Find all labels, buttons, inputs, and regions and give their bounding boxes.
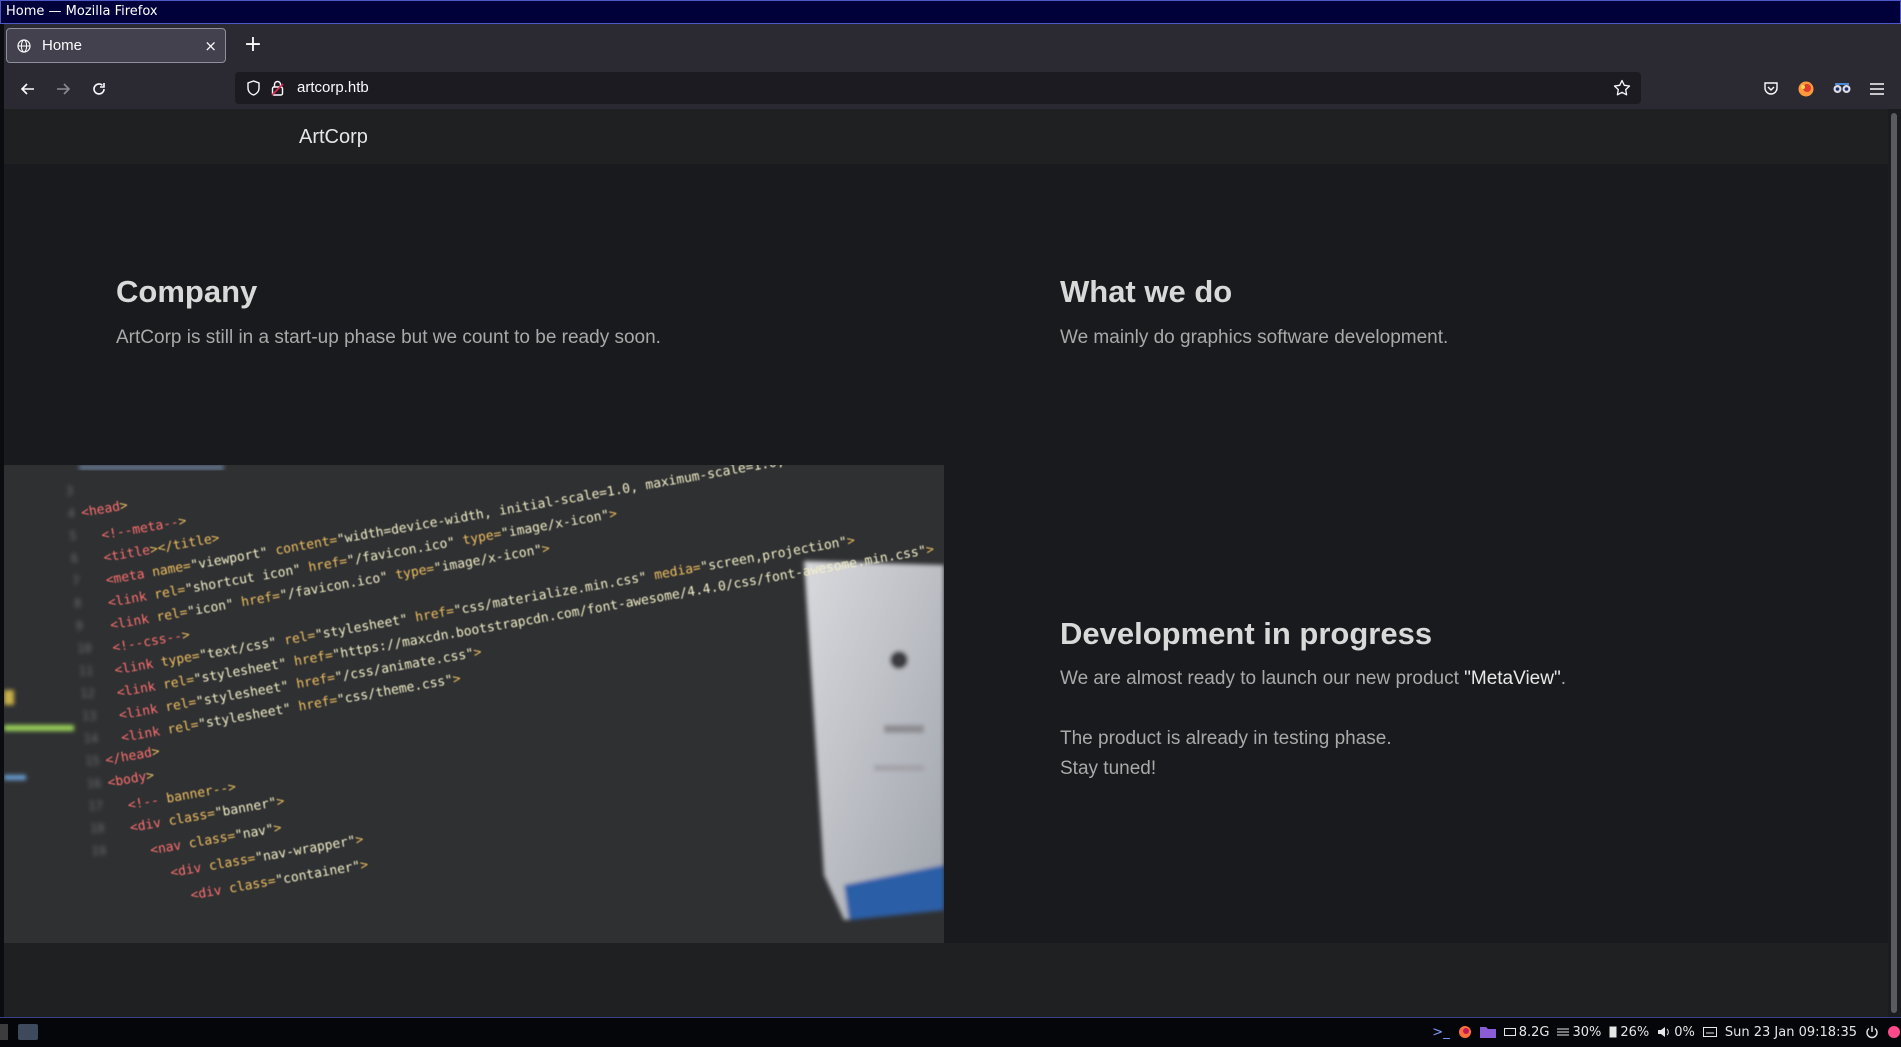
company-text: ArtCorp is still in a start-up phase but… xyxy=(116,327,661,348)
globe-icon xyxy=(16,38,32,54)
code-line-number: 4 xyxy=(68,507,75,521)
what-we-do-heading: What we do xyxy=(1060,274,1233,309)
code-line-number: 5 xyxy=(69,529,76,543)
hamburger-menu-icon[interactable] xyxy=(1867,79,1887,99)
shield-icon[interactable] xyxy=(246,80,261,100)
code-line-number: 10 xyxy=(77,642,91,656)
navigation-toolbar: artcorp.htb xyxy=(4,68,1901,109)
disk-value: 8.2G xyxy=(1518,1024,1550,1040)
volume-value: 0% xyxy=(1674,1024,1695,1040)
system-taskbar: >_ 8.2G 30% 26% 0% Sun 23 Jan 09:18:35 xyxy=(0,1017,1901,1047)
code-photo: <head><!--meta--><title></title><meta na… xyxy=(4,465,944,943)
volume-control[interactable]: 0% xyxy=(1657,1025,1695,1040)
site-brand-link[interactable]: ArtCorp xyxy=(299,109,368,165)
development-text-intro: We are almost ready to launch our new pr… xyxy=(1060,668,1465,689)
code-line-number: 14 xyxy=(84,732,98,746)
code-line-number: 19 xyxy=(92,844,106,858)
tab-home[interactable]: Home × xyxy=(6,28,226,63)
app-launcher-icon[interactable] xyxy=(18,1024,38,1040)
cpu-usage: 30% xyxy=(1557,1025,1601,1040)
bookmark-star-icon[interactable] xyxy=(1613,79,1631,101)
code-line-number: 9 xyxy=(76,619,83,633)
page-footer xyxy=(4,943,1888,1017)
code-screenshot-image: <head> <!--meta--> <title></title> <meta na… xyxy=(4,465,944,943)
code-line-number: 6 xyxy=(71,552,78,566)
cpu-icon xyxy=(1557,1028,1570,1036)
page-viewport: ArtCorp Company ArtCorp is still in a st… xyxy=(4,109,1888,1017)
new-tab-button[interactable]: + xyxy=(240,33,266,59)
tab-strip: Home × + xyxy=(4,24,1901,68)
forward-arrow-icon[interactable] xyxy=(49,75,77,103)
page-scrollbar[interactable] xyxy=(1888,109,1901,1017)
tab-title: Home xyxy=(42,37,83,54)
disk-usage: 8.2G xyxy=(1503,1024,1550,1040)
reload-icon[interactable] xyxy=(85,75,113,103)
terminal-glyph: >_ xyxy=(1432,1024,1450,1040)
clock: Sun 23 Jan 09:18:35 xyxy=(1724,1024,1857,1040)
app-tray-icon[interactable] xyxy=(1887,1025,1901,1039)
code-line-number: 3 xyxy=(66,484,73,498)
code-line-number: 18 xyxy=(90,822,104,836)
code-line-number: 11 xyxy=(79,664,93,678)
firefox-taskbar-icon[interactable] xyxy=(1458,1025,1472,1039)
speaker-icon xyxy=(1658,1027,1670,1037)
url-bar[interactable]: artcorp.htb xyxy=(235,72,1641,104)
development-heading: Development in progress xyxy=(1060,616,1433,651)
power-icon[interactable] xyxy=(1865,1025,1879,1039)
disk-icon xyxy=(1503,1028,1516,1036)
terminal-icon[interactable]: >_ xyxy=(1432,1025,1449,1040)
testing-phase-text: The product is already in testing phase. xyxy=(1060,728,1392,749)
code-line-number: 13 xyxy=(82,709,96,723)
development-text: We are almost ready to launch our new pr… xyxy=(1060,664,1566,694)
url-text[interactable]: artcorp.htb xyxy=(297,72,369,104)
privacy-extension-icon[interactable] xyxy=(1832,79,1852,99)
development-text-end: . xyxy=(1560,668,1566,689)
code-line-number: 16 xyxy=(87,777,101,791)
scrollbar-thumb[interactable] xyxy=(1891,113,1897,1013)
taskbar-edge-icon xyxy=(0,1024,8,1040)
company-heading: Company xyxy=(116,274,258,309)
code-line-number: 15 xyxy=(85,754,99,768)
window-title: Home — Mozilla Firefox xyxy=(6,4,158,19)
background-monitor xyxy=(804,561,944,920)
cpu-value: 30% xyxy=(1572,1024,1602,1040)
memory-value: 26% xyxy=(1620,1024,1650,1040)
what-we-do-text: We mainly do graphics software developme… xyxy=(1060,327,1449,348)
code-line-number: 8 xyxy=(74,597,81,611)
folder-icon[interactable] xyxy=(1479,1026,1496,1038)
firefox-account-icon[interactable] xyxy=(1796,79,1816,99)
lock-icon[interactable] xyxy=(271,80,284,100)
back-arrow-icon[interactable] xyxy=(14,75,42,103)
window-title-bar: Home — Mozilla Firefox xyxy=(0,0,1901,24)
memory-usage: 26% xyxy=(1609,1025,1649,1040)
pocket-icon[interactable] xyxy=(1761,79,1781,99)
code-line-number: 12 xyxy=(80,687,94,701)
code-line-number: 17 xyxy=(88,799,102,813)
memory-icon xyxy=(1609,1026,1617,1038)
product-name: "MetaView" xyxy=(1464,668,1561,689)
close-tab-icon[interactable]: × xyxy=(204,37,217,55)
code-line-number: 7 xyxy=(72,574,79,588)
stay-tuned-text: Stay tuned! xyxy=(1060,758,1157,779)
site-header: ArtCorp xyxy=(4,109,1888,164)
keyboard-icon[interactable] xyxy=(1702,1027,1717,1037)
